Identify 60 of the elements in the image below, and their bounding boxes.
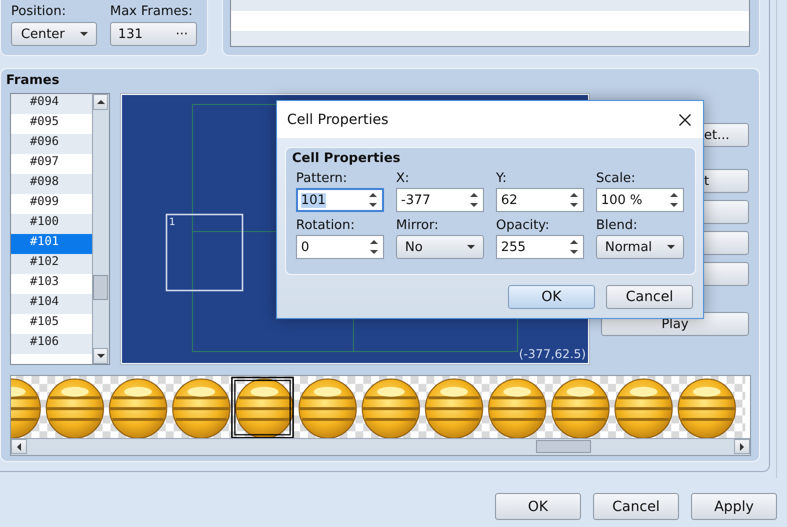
dialog-title: Cell Properties: [287, 112, 388, 128]
selection-frame: [231, 376, 294, 438]
frame-item[interactable]: #098: [11, 174, 92, 194]
coordinates-readout: (-377,62.5): [518, 347, 586, 361]
group-title: Cell Properties: [292, 151, 402, 168]
frame-item[interactable]: #106: [11, 334, 92, 354]
dropdown[interactable]: No: [396, 235, 484, 259]
field-label: Scale:: [596, 171, 636, 186]
field-label: Opacity:: [496, 218, 550, 233]
dropdown[interactable]: Normal: [596, 235, 684, 259]
field-label: Y:: [496, 171, 508, 186]
spin-arrows-icon[interactable]: [670, 192, 678, 208]
field-label: Mirror:: [396, 218, 440, 233]
horizontal-scrollbar[interactable]: [11, 438, 750, 455]
max-frames-field[interactable]: 131 ···: [110, 22, 197, 46]
close-icon[interactable]: [679, 114, 691, 126]
scroll-down-icon[interactable]: [96, 354, 104, 358]
spin-arrows-icon[interactable]: [470, 192, 478, 208]
spin-field[interactable]: 255: [496, 235, 584, 259]
spin-arrows-icon[interactable]: [369, 192, 377, 208]
more-button[interactable]: ···: [176, 26, 188, 42]
spin-field[interactable]: -377: [396, 188, 484, 212]
spin-arrows-icon[interactable]: [370, 239, 378, 255]
scroll-left-icon[interactable]: [17, 442, 21, 451]
field-label: Rotation:: [296, 218, 356, 233]
vertical-scrollbar[interactable]: [92, 94, 109, 364]
max-frames-label: Max Frames:: [110, 4, 194, 19]
scroll-right-icon[interactable]: [740, 442, 744, 451]
field-label: Blend:: [596, 218, 638, 233]
footer-button[interactable]: Cancel: [593, 493, 679, 520]
frames-heading: Frames: [6, 73, 60, 90]
spin-field[interactable]: 101: [296, 188, 384, 212]
frame-item[interactable]: #101: [11, 234, 92, 254]
frame-item[interactable]: #094: [11, 94, 92, 114]
spin-arrows-icon[interactable]: [570, 192, 578, 208]
field-label: Pattern:: [296, 171, 348, 186]
dialog-button[interactable]: Cancel: [606, 285, 693, 309]
frame-item[interactable]: #104: [11, 294, 92, 314]
dialog-button[interactable]: OK: [508, 285, 595, 309]
spin-arrows-icon[interactable]: [570, 239, 578, 255]
spin-field[interactable]: 62: [496, 188, 584, 212]
scroll-up-icon[interactable]: [96, 100, 104, 104]
footer-button[interactable]: OK: [495, 493, 581, 520]
spin-field[interactable]: 100 %: [596, 188, 684, 212]
position-dropdown[interactable]: Center: [11, 22, 97, 46]
position-label: Position:: [11, 4, 67, 19]
caret-icon: [667, 245, 675, 249]
cell-number: 1: [169, 217, 176, 228]
scroll-thumb[interactable]: [93, 275, 108, 300]
orb-sprite[interactable]: [234, 378, 295, 438]
cell-outline[interactable]: [166, 214, 244, 292]
caret-icon: [467, 245, 475, 249]
frame-item[interactable]: #096: [11, 134, 92, 154]
field-label: X:: [396, 171, 410, 186]
frame-item[interactable]: #102: [11, 254, 92, 274]
scroll-thumb[interactable]: [536, 440, 591, 454]
frame-item[interactable]: #100: [11, 214, 92, 234]
caret-icon: [80, 32, 88, 36]
spin-field[interactable]: 0: [296, 235, 384, 259]
footer-button[interactable]: Apply: [691, 493, 777, 520]
